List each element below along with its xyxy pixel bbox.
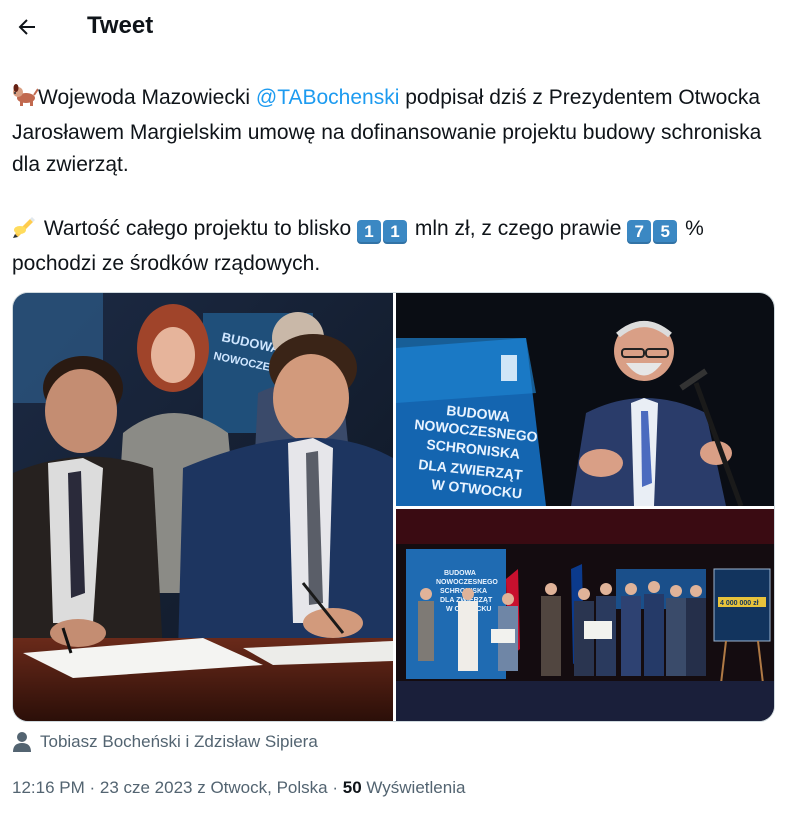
mention-link[interactable]: @TABochenski bbox=[256, 86, 399, 109]
writing-hand-emoji bbox=[12, 214, 38, 248]
tweet-text: Wojewoda Mazowiecki @TABochenski podpisa… bbox=[12, 82, 782, 280]
tweet-text-3: Wartość całego projektu to blisko bbox=[38, 217, 358, 240]
tweet-meta: 12:16 PM · 23 cze 2023 z Otwock, Polska … bbox=[12, 778, 465, 798]
keycap-digit: 1 bbox=[383, 220, 408, 244]
page-title: Tweet bbox=[87, 12, 154, 39]
back-button[interactable] bbox=[10, 10, 44, 44]
photo3-banner-line: NOWOCZESNEGO bbox=[436, 579, 498, 586]
tweet-text-1: Wojewoda Mazowiecki bbox=[38, 86, 256, 109]
meta-separator: · bbox=[84, 778, 100, 797]
arrow-left-icon bbox=[18, 19, 35, 35]
tagged-users-text[interactable]: Tobiasz Bocheński i Zdzisław Sipiera bbox=[40, 732, 318, 752]
tweet-time[interactable]: 12:16 PM bbox=[12, 778, 85, 797]
photo3-banner-line: BUDOWA bbox=[444, 570, 476, 577]
photo-signing[interactable]: BUDOWA NOWOCZESNEGO bbox=[13, 293, 393, 721]
tweet-location: z Otwock, Polska bbox=[192, 778, 328, 797]
tweet-text-4: mln zł, z czego prawie bbox=[409, 217, 628, 240]
photo3-board-amount: 4 000 000 zł bbox=[720, 600, 759, 607]
media-grid: BUDOWA NOWOCZESNEGO BUDOWA NOWOCZESNEGO … bbox=[12, 292, 775, 722]
keycap-digit: 7 bbox=[627, 220, 652, 244]
photo-group[interactable]: BUDOWA NOWOCZESNEGO SCHRONISKA DLA ZWIER… bbox=[396, 509, 774, 721]
tweet-paragraph-1: Wojewoda Mazowiecki @TABochenski podpisa… bbox=[12, 82, 782, 181]
person-icon bbox=[13, 732, 31, 752]
photo-speaker[interactable]: BUDOWA NOWOCZESNEGO SCHRONISKA DLA ZWIER… bbox=[396, 293, 774, 506]
views-count: 50 bbox=[342, 778, 362, 797]
tagged-users[interactable]: Tobiasz Bocheński i Zdzisław Sipiera bbox=[12, 729, 318, 755]
dog-emoji bbox=[12, 83, 39, 117]
tweet-date[interactable]: 23 cze 2023 bbox=[100, 778, 193, 797]
views-label: Wyświetlenia bbox=[361, 778, 466, 797]
keycap-digit: 1 bbox=[357, 220, 382, 244]
keycap-digit: 5 bbox=[653, 220, 678, 244]
header: Tweet bbox=[0, 0, 797, 56]
tweet-paragraph-2: Wartość całego projektu to blisko 11 mln… bbox=[12, 213, 782, 280]
meta-separator: · bbox=[327, 778, 343, 797]
